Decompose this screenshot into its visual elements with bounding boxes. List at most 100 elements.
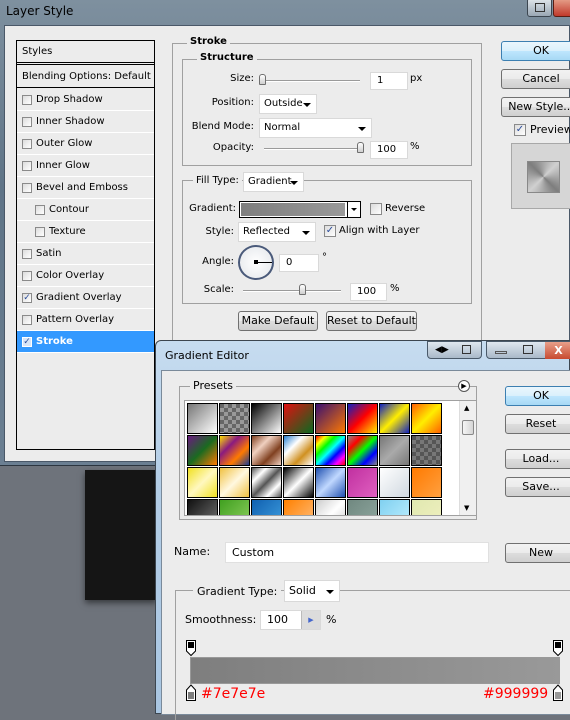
name-input[interactable]: Custom [225,542,489,563]
preset-swatch[interactable] [187,435,218,466]
opacity-input[interactable]: 100 [370,141,408,159]
preset-swatch[interactable] [411,435,442,466]
style-item-inner-glow[interactable]: Inner Glow [17,155,154,177]
preset-swatch[interactable] [187,499,218,515]
preset-swatch[interactable] [315,435,346,466]
blend-mode-select[interactable]: Normal [259,118,372,138]
smoothness-stepper-icon[interactable]: ▶ [301,611,320,629]
cancel-button[interactable]: Cancel [501,69,570,89]
gradient-picker[interactable] [239,201,361,218]
preset-swatch[interactable] [347,499,378,515]
restore-icon[interactable] [462,345,471,354]
close-icon[interactable]: X [545,342,570,359]
presets-menu-icon[interactable]: ▶ [458,380,470,392]
style-item-gradient-overlay[interactable]: ✓ Gradient Overlay [17,287,154,309]
ge-save-button[interactable]: Save... [505,477,570,497]
angle-input[interactable]: 0 [279,254,319,272]
preset-swatch[interactable] [251,435,282,466]
preset-swatch[interactable] [219,499,250,515]
preview-checkbox[interactable]: ✓ [514,124,526,136]
expand-icon[interactable]: ◀▶ [435,345,449,355]
color-stop-right[interactable] [553,684,564,704]
preset-swatch[interactable] [219,435,250,466]
style-item-checkbox[interactable] [22,182,32,193]
preset-swatch[interactable] [219,467,250,498]
style-item-checkbox[interactable] [35,204,45,215]
style-item-checkbox[interactable] [22,270,32,281]
ge-ok-button[interactable]: OK [505,386,570,406]
preset-swatch[interactable] [219,403,250,434]
preset-swatch[interactable] [379,467,410,498]
preset-swatch[interactable] [411,467,442,498]
style-item-texture[interactable]: Texture [17,221,154,243]
preset-swatch[interactable] [283,435,314,466]
style-item-checkbox[interactable] [22,248,32,259]
align-with-layer-checkbox[interactable]: ✓ [324,225,336,237]
gradient-type-select[interactable]: Solid [284,580,340,602]
gradient-preview-bar[interactable] [190,657,560,684]
maximize-icon[interactable] [523,345,533,354]
ok-button[interactable]: OK [501,41,570,61]
opacity-slider-thumb[interactable] [357,142,364,153]
close-button[interactable] [553,0,570,17]
style-select[interactable]: Reflected [238,222,316,242]
scroll-up-icon[interactable]: ▲ [464,404,469,412]
blending-options-item[interactable]: Blending Options: Default [17,66,154,88]
preset-swatch[interactable] [315,467,346,498]
style-item-checkbox[interactable] [35,226,45,237]
style-item-outer-glow[interactable]: Outer Glow [17,133,154,155]
opacity-slider[interactable] [264,148,362,150]
preset-swatch[interactable] [347,435,378,466]
preset-swatch[interactable] [187,467,218,498]
style-item-checkbox[interactable] [22,116,32,127]
style-item-checkbox[interactable]: ✓ [22,336,32,347]
style-item-checkbox[interactable]: ✓ [22,292,32,303]
ge-new-button[interactable]: New [505,543,570,563]
preset-swatch[interactable] [283,403,314,434]
smoothness-input[interactable]: 100 ▶ [260,610,321,630]
preset-swatch[interactable] [411,403,442,434]
reverse-checkbox[interactable] [370,203,382,215]
scroll-down-icon[interactable]: ▼ [464,504,469,512]
preset-swatch[interactable] [251,403,282,434]
style-item-color-overlay[interactable]: Color Overlay [17,265,154,287]
position-select[interactable]: Outside [259,94,317,114]
preset-swatch[interactable] [315,403,346,434]
scale-input[interactable]: 100 [350,283,387,301]
scale-slider-thumb[interactable] [299,284,306,295]
new-style-button[interactable]: New Style... [501,97,570,117]
style-item-contour[interactable]: Contour [17,199,154,221]
preset-swatch[interactable] [347,403,378,434]
scale-slider[interactable] [243,290,341,292]
ge-reset-button[interactable]: Reset [505,414,570,434]
style-item-pattern-overlay[interactable]: Pattern Overlay [17,309,154,331]
restore-button[interactable] [527,0,552,17]
style-item-drop-shadow[interactable]: Drop Shadow [17,89,154,111]
fill-type-select[interactable]: Gradient [243,172,304,192]
gradient-swatch[interactable] [241,203,345,216]
preset-swatch[interactable] [283,499,314,515]
presets-scrollbar[interactable]: ▲ ▼ [459,401,476,515]
style-item-inner-shadow[interactable]: Inner Shadow [17,111,154,133]
style-item-checkbox[interactable] [22,314,32,325]
preset-swatch[interactable] [251,499,282,515]
gradient-dropdown[interactable] [347,202,360,217]
preset-swatch[interactable] [379,435,410,466]
style-item-bevel-and-emboss[interactable]: Bevel and Emboss [17,177,154,199]
styles-header[interactable]: Styles [17,41,154,65]
style-item-checkbox[interactable] [22,160,32,171]
preset-swatch[interactable] [315,499,346,515]
preset-swatch[interactable] [379,403,410,434]
size-slider[interactable] [262,80,360,82]
preset-swatch[interactable] [411,499,442,515]
style-item-checkbox[interactable] [22,138,32,149]
preset-swatch[interactable] [347,467,378,498]
preset-swatch[interactable] [379,499,410,515]
scrollbar-thumb[interactable] [462,420,474,435]
make-default-button[interactable]: Make Default [238,311,318,331]
preset-swatch[interactable] [251,467,282,498]
style-item-satin[interactable]: Satin [17,243,154,265]
preset-swatch[interactable] [187,403,218,434]
size-slider-thumb[interactable] [259,74,266,85]
size-input[interactable]: 1 [370,72,408,90]
